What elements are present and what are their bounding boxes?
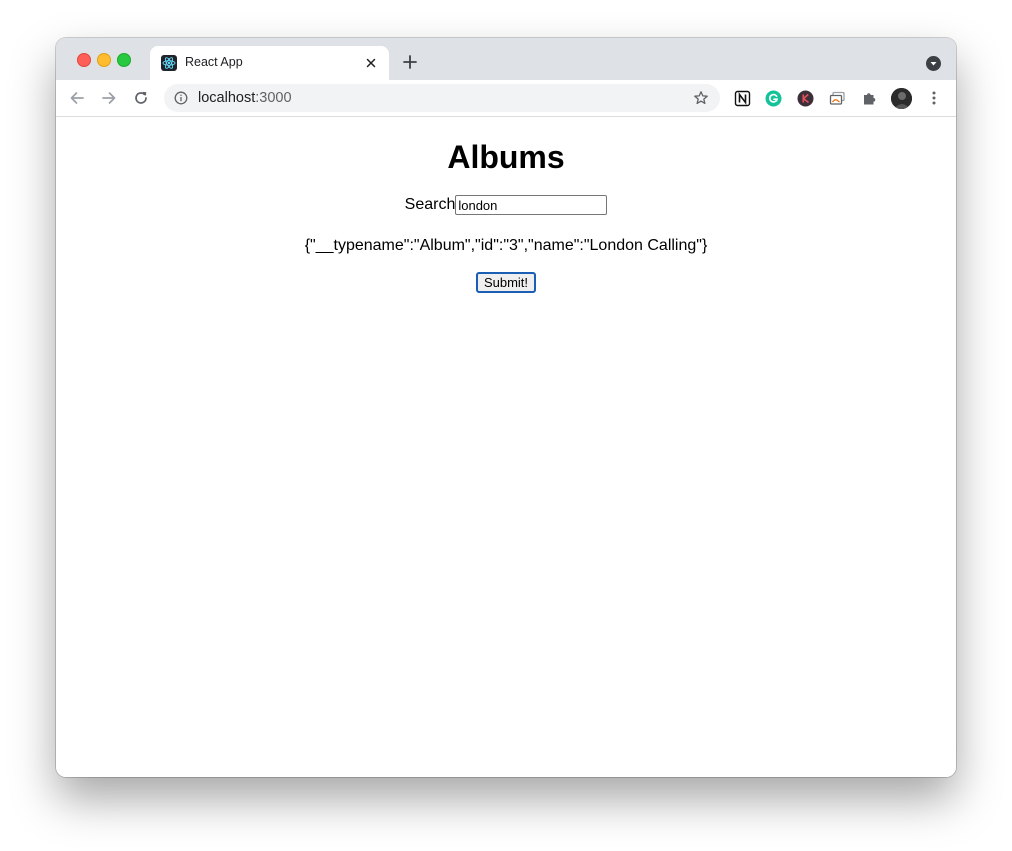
tab-title: React App <box>185 55 243 69</box>
k-extension-icon[interactable] <box>797 90 814 107</box>
site-info-icon[interactable] <box>174 91 188 105</box>
tab-search-icon[interactable] <box>926 56 941 71</box>
browser-toolbar: localhost:3000 <box>56 80 956 117</box>
browser-window: React App localhost:3000 Albums Searchlo… <box>56 38 956 777</box>
screen-capture-icon[interactable] <box>829 90 846 107</box>
url-host: localhost <box>198 90 256 106</box>
react-logo-icon <box>161 55 177 71</box>
new-tab-icon[interactable] <box>402 54 418 70</box>
search-input[interactable] <box>455 195 608 215</box>
grammarly-icon[interactable] <box>765 90 782 107</box>
window-maximize-button[interactable] <box>117 53 131 67</box>
close-tab-icon[interactable] <box>363 55 379 71</box>
reload-icon[interactable] <box>133 90 149 106</box>
bookmark-star-icon[interactable] <box>693 90 709 106</box>
puzzle-extensions-icon[interactable] <box>861 90 878 107</box>
address-bar[interactable]: localhost:3000 <box>164 84 720 112</box>
page-content: Albums Search {"__typename":"Album","id"… <box>56 117 956 777</box>
browser-tab[interactable]: React App <box>150 46 389 80</box>
notion-icon[interactable] <box>734 90 751 107</box>
browser-menu-icon[interactable] <box>932 90 936 106</box>
submit-button[interactable]: Submit! <box>475 272 537 293</box>
page-title: Albums <box>447 139 565 175</box>
submit-row: Submit! <box>56 272 956 293</box>
search-label: Search <box>404 196 456 213</box>
forward-arrow-icon[interactable] <box>101 90 117 106</box>
window-minimize-button[interactable] <box>97 53 111 67</box>
back-arrow-icon[interactable] <box>69 90 85 106</box>
tab-strip: React App <box>56 38 956 80</box>
profile-avatar[interactable] <box>891 88 912 109</box>
search-row: Search <box>56 195 956 215</box>
query-result-text: {"__typename":"Album","id":"3","name":"L… <box>304 237 708 254</box>
url-text: localhost:3000 <box>198 90 292 106</box>
url-port: :3000 <box>255 90 292 106</box>
window-close-button[interactable] <box>77 53 91 67</box>
